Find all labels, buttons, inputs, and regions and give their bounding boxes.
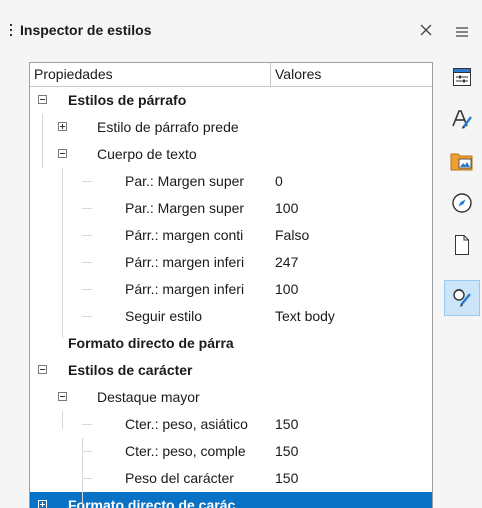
tree-row-label: Estilo de párrafo prede <box>97 119 239 135</box>
properties-icon <box>453 68 471 86</box>
tree-connector <box>82 316 92 317</box>
sidebar-navigator-button[interactable] <box>444 185 480 221</box>
tree-row[interactable]: Cter.: peso, asiático 150 <box>30 411 432 438</box>
sidebar-tabbar <box>442 0 482 507</box>
tree-row-value: 247 <box>275 254 299 270</box>
tree-connector <box>82 289 92 290</box>
tree-guide-line <box>42 114 43 168</box>
sidebar-menu-button[interactable] <box>444 14 480 50</box>
tree-row-label: Estilos de párrafo <box>68 92 187 108</box>
sidebar-properties-button[interactable] <box>444 59 480 95</box>
tree-row-label: Párr.: margen conti <box>125 227 244 243</box>
tree-row-label: Estilos de carácter <box>68 362 193 378</box>
tree-row-value: 150 <box>275 443 299 459</box>
tree-row[interactable]: Peso del carácter 150 <box>30 465 432 492</box>
tree-row[interactable]: Estilos de párrafo <box>30 87 432 114</box>
tree-row[interactable]: Cter.: peso, comple 150 <box>30 438 432 465</box>
tree-row[interactable]: Estilo de párrafo prede <box>30 114 432 141</box>
tree-row[interactable]: Par.: Margen super 0 <box>30 168 432 195</box>
close-button[interactable] <box>416 18 436 42</box>
tree-row[interactable]: Párr.: margen inferi 247 <box>30 249 432 276</box>
tree-guide-line <box>62 411 63 429</box>
tree-row-value: 100 <box>275 200 299 216</box>
page-icon <box>455 235 469 255</box>
sidebar-style-inspector-button[interactable] <box>444 280 480 316</box>
tree-row[interactable]: Párr.: margen conti Falso <box>30 222 432 249</box>
tree-header: Propiedades Valores <box>30 63 432 87</box>
tree-connector <box>82 181 92 182</box>
tree-row-label: Peso del carácter <box>125 470 234 486</box>
styles-icon <box>452 110 472 129</box>
expand-icon[interactable] <box>58 122 67 131</box>
style-inspector-icon <box>453 289 471 307</box>
sidebar-page-button[interactable] <box>444 227 480 263</box>
tree-row[interactable]: Formato directo de párra <box>30 330 432 357</box>
tree-row-label: Párr.: margen inferi <box>125 281 245 297</box>
gallery-icon <box>450 153 473 171</box>
tree-connector <box>82 451 92 452</box>
tree-row[interactable]: Destaque mayor <box>30 384 432 411</box>
tree-connector <box>82 424 92 425</box>
tree-connector <box>82 262 92 263</box>
tree-row-label: Cuerpo de texto <box>97 146 197 162</box>
hamburger-icon <box>456 27 468 37</box>
tree-row-label: Formato directo de párra <box>68 335 234 351</box>
properties-tree[interactable]: Propiedades Valores Estilos de párrafo Es… <box>29 62 433 508</box>
tree-guide-line <box>82 438 83 508</box>
tree-row[interactable]: Formato directo de carác <box>30 492 432 508</box>
tree-row-value: Text body <box>275 308 335 324</box>
sidebar-gallery-button[interactable] <box>444 143 480 179</box>
collapse-icon[interactable] <box>58 392 67 401</box>
tree-row-label: Par.: Margen super <box>125 200 245 216</box>
tree-row-label: Párr.: margen inferi <box>125 254 245 270</box>
panel-title: Inspector de estilos <box>20 22 152 38</box>
tree-row-value: 100 <box>275 281 299 297</box>
collapse-icon[interactable] <box>38 95 47 104</box>
column-header-values[interactable]: Valores <box>271 63 425 86</box>
tree-row[interactable]: Párr.: margen inferi 100 <box>30 276 432 303</box>
tree-row-label: Seguir estilo <box>125 308 203 324</box>
tree-row-value: Falso <box>275 227 310 243</box>
style-inspector-panel: Inspector de estilos Propiedades Valores… <box>0 0 442 508</box>
close-icon <box>420 24 432 36</box>
column-header-properties[interactable]: Propiedades <box>30 63 271 86</box>
tree-connector <box>82 478 92 479</box>
drag-grip-icon[interactable] <box>10 24 13 40</box>
tree-row-value: 150 <box>275 416 299 432</box>
compass-icon <box>452 193 472 213</box>
tree-row-label: Destaque mayor <box>97 389 200 405</box>
tree-row[interactable]: Estilos de carácter <box>30 357 432 384</box>
tree-row-value: 0 <box>275 173 283 189</box>
tree-row[interactable]: Seguir estilo Text body <box>30 303 432 330</box>
collapse-icon[interactable] <box>58 149 67 158</box>
tree-row-label: Par.: Margen super <box>125 173 245 189</box>
tree-row-label: Cter.: peso, asiático <box>125 416 248 432</box>
tree-row-value: 150 <box>275 470 299 486</box>
tree-row[interactable]: Par.: Margen super 100 <box>30 195 432 222</box>
tree-row-label: Cter.: peso, comple <box>125 443 246 459</box>
tree-connector <box>82 235 92 236</box>
tree-row[interactable]: Cuerpo de texto <box>30 141 432 168</box>
tree-row-label: Formato directo de carác <box>68 497 236 508</box>
tree-guide-line <box>62 168 63 338</box>
sidebar-styles-button[interactable] <box>444 101 480 137</box>
collapse-icon[interactable] <box>38 365 47 374</box>
tree-rows: Estilos de párrafo Estilo de párrafo pred… <box>30 87 432 508</box>
tree-connector <box>82 208 92 209</box>
